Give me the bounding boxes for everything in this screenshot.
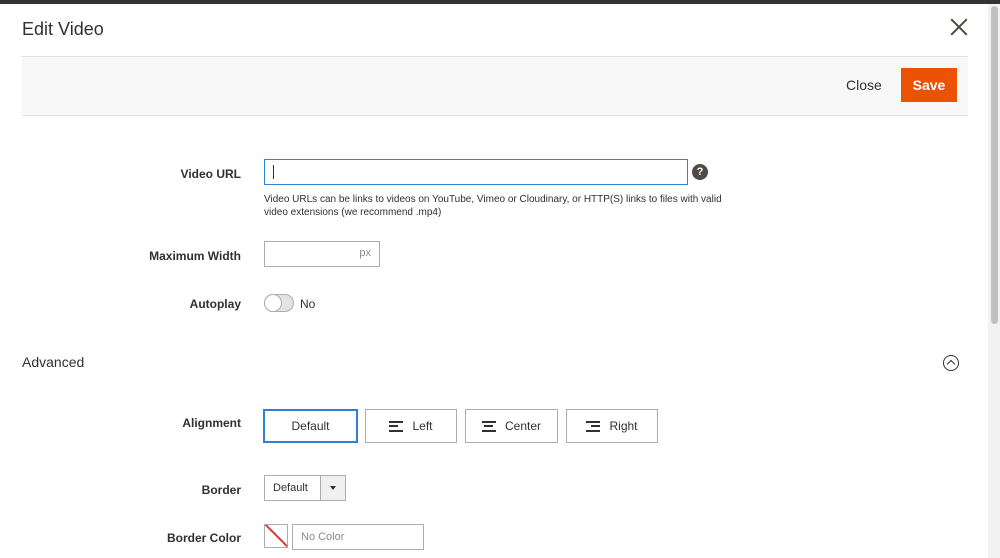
toggle-knob	[265, 295, 281, 311]
window-top-edge	[0, 0, 1000, 4]
chevron-up-circle-icon[interactable]	[943, 355, 959, 371]
advanced-section-title[interactable]: Advanced	[22, 354, 84, 370]
alignment-default-label: Default	[291, 419, 330, 433]
video-url-input[interactable]	[264, 159, 688, 185]
autoplay-value: No	[300, 297, 316, 311]
alignment-right-label: Right	[609, 419, 638, 433]
align-left-icon	[389, 420, 404, 432]
modal-action-bar	[22, 56, 968, 116]
align-center-icon	[481, 420, 496, 432]
close-x-icon[interactable]	[949, 17, 969, 37]
video-url-note: Video URLs can be links to videos on You…	[264, 194, 722, 218]
video-url-label: Video URL	[180, 167, 241, 181]
caret-down-icon	[320, 476, 345, 500]
border-color-placeholder: No Color	[301, 531, 345, 543]
align-right-icon	[586, 420, 601, 432]
alignment-left-button[interactable]: Left	[365, 409, 457, 443]
px-unit-label: px	[359, 247, 371, 259]
autoplay-label: Autoplay	[189, 297, 241, 311]
scrollbar-thumb[interactable]	[991, 6, 998, 324]
alignment-center-label: Center	[504, 419, 542, 433]
alignment-right-button[interactable]: Right	[566, 409, 658, 443]
border-select[interactable]: Default	[264, 475, 346, 501]
border-select-value: Default	[273, 482, 308, 494]
border-label: Border	[201, 483, 241, 497]
help-icon[interactable]: ?	[692, 164, 708, 180]
text-caret	[273, 165, 274, 179]
no-color-swatch-icon[interactable]	[264, 524, 288, 548]
border-color-label: Border Color	[166, 531, 241, 545]
alignment-label: Alignment	[182, 416, 241, 430]
max-width-input[interactable]: px	[264, 241, 380, 267]
close-button[interactable]: Close	[838, 68, 890, 102]
alignment-default-button[interactable]: Default	[263, 409, 358, 443]
modal-title: Edit Video	[22, 19, 104, 39]
autoplay-toggle[interactable]	[264, 294, 294, 312]
border-color-input[interactable]: No Color	[292, 524, 424, 550]
max-width-label: Maximum Width	[149, 249, 241, 263]
alignment-left-label: Left	[412, 419, 433, 433]
alignment-center-button[interactable]: Center	[465, 409, 558, 443]
save-button[interactable]: Save	[901, 68, 957, 102]
